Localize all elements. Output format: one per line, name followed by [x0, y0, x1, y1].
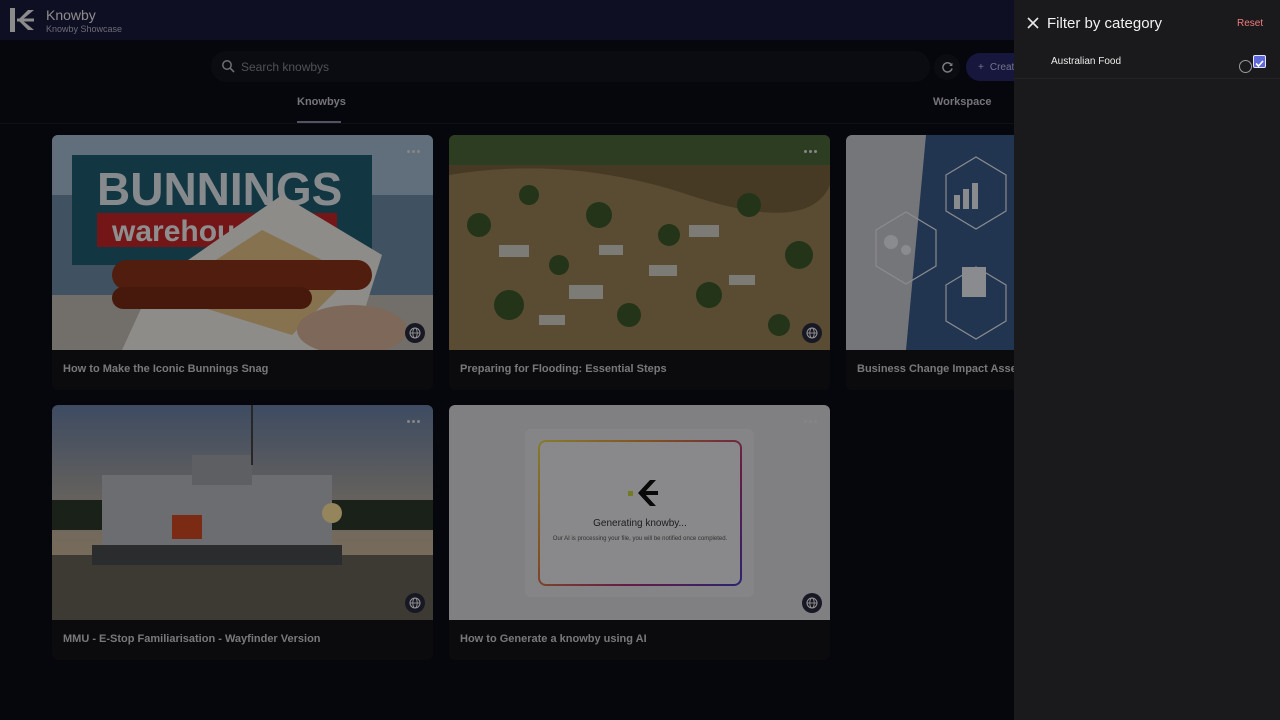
card-menu-button[interactable]: [407, 417, 423, 425]
filter-panel: Filter by category Reset Australian Food: [1014, 0, 1280, 720]
app-title: Knowby: [46, 7, 96, 23]
knowby-logo-icon[interactable]: [8, 6, 36, 34]
flooded-town-image: [449, 135, 830, 350]
card-menu-button[interactable]: [407, 147, 423, 155]
filter-item-checkbox[interactable]: [1253, 55, 1266, 68]
card-title: How to Make the Iconic Bunnings Snag: [63, 363, 269, 375]
refresh-icon: [941, 61, 953, 73]
search-icon: [222, 60, 235, 73]
generating-placeholder: Generating knowby... Our AI is processin…: [525, 429, 754, 597]
filter-item-label: Australian Food: [1051, 56, 1122, 67]
reset-button[interactable]: Reset: [1237, 18, 1263, 29]
filter-panel-title: Filter by category: [1047, 15, 1163, 32]
card-menu-button[interactable]: [804, 417, 820, 425]
knowby-card-generate-ai[interactable]: Generating knowby... Our AI is processin…: [449, 405, 830, 660]
tab-knowbys[interactable]: Knowbys: [297, 96, 346, 108]
knowby-card-bunnings-snag[interactable]: BUNNINGS warehouse How to Make the Iconi…: [52, 135, 433, 390]
card-title: MMU - E-Stop Familiarisation - Wayfinder…: [63, 633, 321, 645]
card-thumbnail: Generating knowby... Our AI is processin…: [449, 405, 830, 620]
generating-title: Generating knowby...: [593, 518, 687, 529]
knowby-card-flooding[interactable]: Preparing for Flooding: Essential Steps: [449, 135, 830, 390]
svg-text:BUNNINGS: BUNNINGS: [97, 163, 342, 215]
card-thumbnail: [449, 135, 830, 350]
filter-divider: [1014, 78, 1280, 79]
filter-item-radio[interactable]: [1239, 60, 1252, 73]
knowby-card-mmu-estop[interactable]: MMU - E-Stop Familiarisation - Wayfinder…: [52, 405, 433, 660]
tab-workspace[interactable]: Workspace: [933, 96, 992, 108]
search-input[interactable]: [241, 51, 901, 82]
globe-icon: [802, 323, 822, 343]
bunnings-sausage-image: BUNNINGS warehouse: [52, 135, 433, 350]
globe-icon: [802, 593, 822, 613]
card-thumbnail: BUNNINGS warehouse: [52, 135, 433, 350]
close-icon[interactable]: [1026, 16, 1040, 30]
mining-machine-image: [52, 405, 433, 620]
app-subtitle: Knowby Showcase: [46, 24, 123, 34]
knowby-arrow-icon: [628, 480, 658, 506]
globe-icon: [405, 593, 425, 613]
checkmark-icon: [1255, 60, 1264, 68]
search-bar: [211, 51, 930, 82]
generating-text: Our AI is processing your file, you will…: [552, 536, 728, 542]
refresh-button[interactable]: [934, 54, 960, 80]
plus-icon: +: [978, 61, 984, 73]
card-title: How to Generate a knowby using AI: [460, 633, 647, 645]
card-menu-button[interactable]: [804, 147, 820, 155]
card-thumbnail: [52, 405, 433, 620]
globe-icon: [405, 323, 425, 343]
generating-box: Generating knowby... Our AI is processin…: [538, 440, 742, 586]
card-title: Preparing for Flooding: Essential Steps: [460, 363, 667, 375]
